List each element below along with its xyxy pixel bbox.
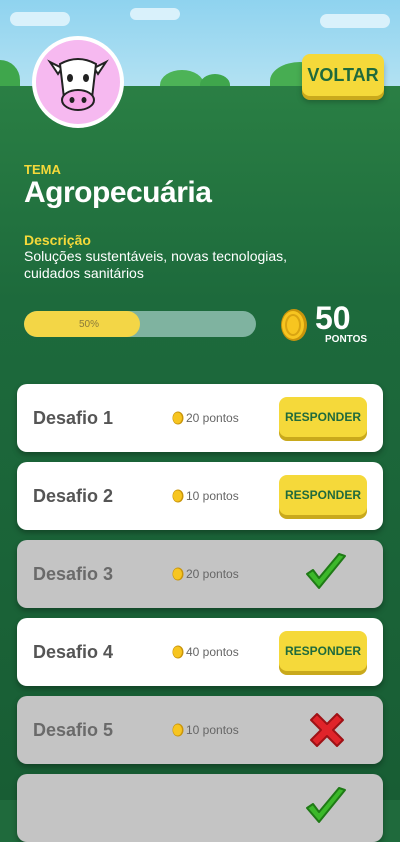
coin-icon: [172, 645, 184, 659]
challenge-points: 10 pontos: [172, 723, 239, 737]
challenge-points-label: 20 pontos: [186, 567, 239, 581]
description-text: Soluções sustentáveis, novas tecnologias…: [24, 248, 288, 281]
status-wrong: [303, 706, 351, 759]
cloud: [10, 12, 70, 26]
respond-button[interactable]: RESPONDER: [279, 475, 367, 515]
check-icon: [306, 553, 346, 589]
challenge-points: 10 pontos: [172, 489, 239, 503]
status-correct: [303, 550, 349, 601]
challenge-points-label: 40 pontos: [186, 645, 239, 659]
cow-icon: [47, 58, 109, 111]
cross-icon: [310, 713, 344, 747]
coin-icon: [172, 723, 184, 737]
challenge-name: Desafio 5: [33, 720, 114, 740]
respond-button[interactable]: RESPONDER: [279, 631, 367, 671]
theme-avatar: [32, 36, 124, 128]
respond-button[interactable]: RESPONDER: [279, 397, 367, 437]
challenge-card[interactable]: Desafio 2 10 pontos RESPONDER: [17, 462, 383, 530]
challenge-points: 20 pontos: [172, 567, 239, 581]
challenge-points-label: 10 pontos: [186, 723, 239, 737]
challenge-points: 20 pontos: [172, 411, 239, 425]
coin-icon: [172, 411, 184, 425]
progress-bar: 50%: [24, 311, 256, 337]
challenge-card: Desafio 3 20 pontos: [17, 540, 383, 608]
coin-icon: [281, 309, 307, 341]
challenge-name: Desafio 3: [33, 564, 114, 584]
challenge-points: 40 pontos: [172, 645, 239, 659]
coin-icon: [172, 567, 184, 581]
challenge-card[interactable]: Desafio 1 20 pontos RESPONDER: [17, 384, 383, 452]
challenge-points-label: 10 pontos: [186, 489, 239, 503]
challenge-name: Desafio 4: [33, 642, 114, 662]
progress-text: 50%: [78, 318, 99, 330]
cloud: [320, 14, 390, 28]
coin-icon: [172, 489, 184, 503]
challenge-name: Desafio 1: [33, 408, 114, 428]
theme-title: Agropecuária: [24, 176, 212, 209]
cloud: [130, 8, 180, 20]
status-correct: [303, 784, 349, 835]
theme-label: TEMA: [24, 162, 61, 177]
back-button[interactable]: VOLTAR: [302, 54, 384, 96]
challenge-card: Desafio 5 10 pontos: [17, 696, 383, 764]
challenge-card[interactable]: Desafio 4 40 pontos RESPONDER: [17, 618, 383, 686]
challenge-card: [17, 774, 383, 842]
score-value: 50: [315, 300, 351, 336]
description-label: Descrição: [24, 232, 91, 248]
check-icon: [306, 787, 346, 823]
score-unit: PONTOS: [325, 334, 368, 345]
challenge-name: Desafio 2: [33, 486, 114, 506]
challenge-points-label: 20 pontos: [186, 411, 239, 425]
